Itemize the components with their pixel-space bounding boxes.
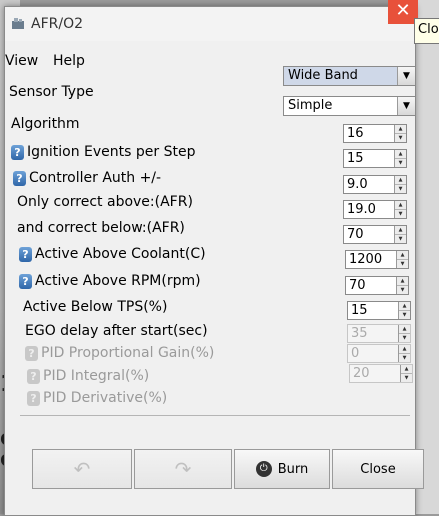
spinner-up-icon: ▲ — [399, 345, 410, 354]
pid-proportional-text: PID Proportional Gain(%) — [41, 345, 215, 361]
title-bar: AFR/O2 — [5, 7, 415, 41]
spinner-down-icon[interactable]: ▼ — [399, 311, 410, 319]
ego-delay-text: EGO delay after start(sec) — [25, 323, 208, 339]
controller-auth-spinner[interactable]: 15 ▲ ▼ — [343, 149, 407, 168]
pid-derivative-spinner: 20 ▲ ▼ — [349, 364, 413, 383]
spinner-down-icon[interactable]: ▼ — [397, 260, 408, 268]
only-correct-above-value: 9.0 — [347, 177, 368, 192]
spinner-up-icon[interactable]: ▲ — [395, 226, 406, 235]
correct-below-label: and correct below:(AFR) — [17, 220, 185, 236]
only-correct-above-text: Only correct above:(AFR) — [17, 194, 193, 210]
ignition-events-spinner[interactable]: 16 ▲ ▼ — [343, 124, 407, 143]
spinner-up-icon[interactable]: ▲ — [399, 302, 410, 311]
active-above-rpm-value: 1200 — [349, 252, 383, 267]
power-icon: ⏻ — [255, 461, 272, 477]
active-above-coolant-value: 70 — [347, 227, 364, 242]
spinner-up-icon: ▲ — [401, 365, 412, 374]
algorithm-label: Algorithm — [11, 116, 80, 132]
undo-button[interactable]: ↶ — [32, 449, 132, 489]
spinner-down-icon[interactable]: ▼ — [395, 235, 406, 243]
help-icon[interactable]: ? — [19, 273, 32, 289]
active-below-tps-value: 70 — [349, 278, 366, 293]
help-icon[interactable]: ? — [11, 144, 24, 160]
pid-derivative-label: ? PID Derivative(%) — [27, 390, 167, 406]
correct-below-spinner[interactable]: 19.0 ▲ ▼ — [343, 200, 407, 219]
spinner-up-icon[interactable]: ▲ — [395, 176, 406, 185]
burn-label: Burn — [277, 461, 309, 477]
spinner-up-icon: ▲ — [399, 325, 410, 334]
help-icon: ? — [27, 390, 40, 406]
pid-proportional-spinner: 35 ▲ ▼ — [347, 324, 411, 343]
ego-delay-value: 15 — [351, 303, 368, 318]
spinner-down-icon[interactable]: ▼ — [395, 210, 406, 218]
spinner-down-icon[interactable]: ▼ — [395, 134, 406, 142]
sensor-type-select[interactable]: Wide Band ▼ — [283, 66, 416, 86]
spinner-up-icon[interactable]: ▲ — [397, 251, 408, 260]
close-label: Close — [360, 461, 396, 477]
help-icon: ? — [25, 345, 38, 361]
pid-integral-label: ? PID Integral(%) — [27, 368, 149, 384]
app-icon — [12, 18, 24, 29]
active-below-tps-label: Active Below TPS(%) — [23, 299, 167, 315]
ego-delay-label: EGO delay after start(sec) — [25, 323, 208, 339]
window-title: AFR/O2 — [31, 16, 84, 32]
chevron-down-icon: ▼ — [397, 67, 415, 85]
pid-proportional-value: 35 — [351, 326, 368, 341]
help-icon[interactable]: ? — [13, 170, 26, 186]
controller-auth-label: ? Controller Auth +/- — [13, 170, 161, 186]
ignition-events-text: Ignition Events per Step — [27, 144, 196, 160]
menu-view[interactable]: View — [5, 53, 38, 69]
spinner-down-icon[interactable]: ▼ — [397, 286, 408, 294]
only-correct-above-label: Only correct above:(AFR) — [17, 194, 193, 210]
correct-below-text: and correct below:(AFR) — [17, 220, 185, 236]
correct-below-value: 19.0 — [347, 202, 376, 217]
active-below-tps-spinner[interactable]: 70 ▲ ▼ — [345, 276, 409, 295]
active-above-coolant-text: Active Above Coolant(C) — [35, 246, 206, 262]
spinner-down-icon: ▼ — [402, 355, 407, 361]
help-icon[interactable]: ? — [19, 246, 32, 262]
spinner-up-icon[interactable]: ▲ — [395, 125, 406, 134]
controller-auth-text: Controller Auth +/- — [29, 170, 162, 186]
pid-derivative-value: 20 — [353, 366, 370, 381]
ignition-events-value: 16 — [347, 126, 364, 141]
only-correct-above-spinner[interactable]: 9.0 ▲ ▼ — [343, 175, 407, 194]
spinner-down-icon: ▼ — [404, 375, 409, 381]
pid-integral-value: 0 — [351, 346, 360, 361]
spinner-up-icon[interactable]: ▲ — [395, 150, 406, 159]
redo-icon: ↷ — [174, 457, 192, 481]
active-below-tps-text: Active Below TPS(%) — [23, 299, 168, 315]
close-tooltip: Close — [414, 18, 439, 44]
active-above-coolant-label: ? Active Above Coolant(C) — [19, 246, 206, 262]
pid-integral-text: PID Integral(%) — [43, 368, 150, 384]
spinner-down-icon[interactable]: ▼ — [395, 159, 406, 167]
active-above-coolant-spinner[interactable]: 70 ▲ ▼ — [343, 225, 407, 244]
sensor-type-label: Sensor Type — [9, 84, 94, 100]
spinner-down-icon: ▼ — [402, 335, 407, 341]
spinner-up-icon[interactable]: ▲ — [395, 201, 406, 210]
algorithm-select[interactable]: Simple ▼ — [283, 96, 416, 116]
active-above-rpm-spinner[interactable]: 1200 ▲ ▼ — [345, 250, 409, 269]
pid-integral-spinner: 0 ▲ ▼ — [347, 344, 411, 363]
spinner-up-icon[interactable]: ▲ — [397, 277, 408, 286]
redo-button[interactable]: ↷ — [134, 449, 232, 489]
sensor-type-value: Wide Band — [288, 68, 358, 83]
help-icon: ? — [27, 368, 40, 384]
menu-help[interactable]: Help — [53, 53, 85, 69]
status-panel — [20, 415, 410, 451]
burn-button[interactable]: ⏻ Burn — [234, 449, 330, 489]
algorithm-text: Algorithm — [11, 116, 80, 132]
ego-delay-spinner[interactable]: 15 ▲ ▼ — [347, 301, 411, 320]
active-above-rpm-label: ? Active Above RPM(rpm) — [19, 273, 201, 289]
pid-proportional-label: ? PID Proportional Gain(%) — [25, 345, 214, 361]
chevron-down-icon: ▼ — [397, 97, 415, 115]
ignition-events-label: ? Ignition Events per Step — [11, 144, 195, 160]
undo-icon: ↶ — [73, 457, 91, 481]
active-above-rpm-text: Active Above RPM(rpm) — [35, 273, 201, 289]
spinner-down-icon[interactable]: ▼ — [395, 185, 406, 193]
sensor-type-text: Sensor Type — [9, 84, 94, 100]
close-button[interactable]: Close — [332, 449, 424, 489]
pid-derivative-text: PID Derivative(%) — [43, 390, 168, 406]
controller-auth-value: 15 — [347, 151, 364, 166]
algorithm-value: Simple — [288, 98, 333, 113]
